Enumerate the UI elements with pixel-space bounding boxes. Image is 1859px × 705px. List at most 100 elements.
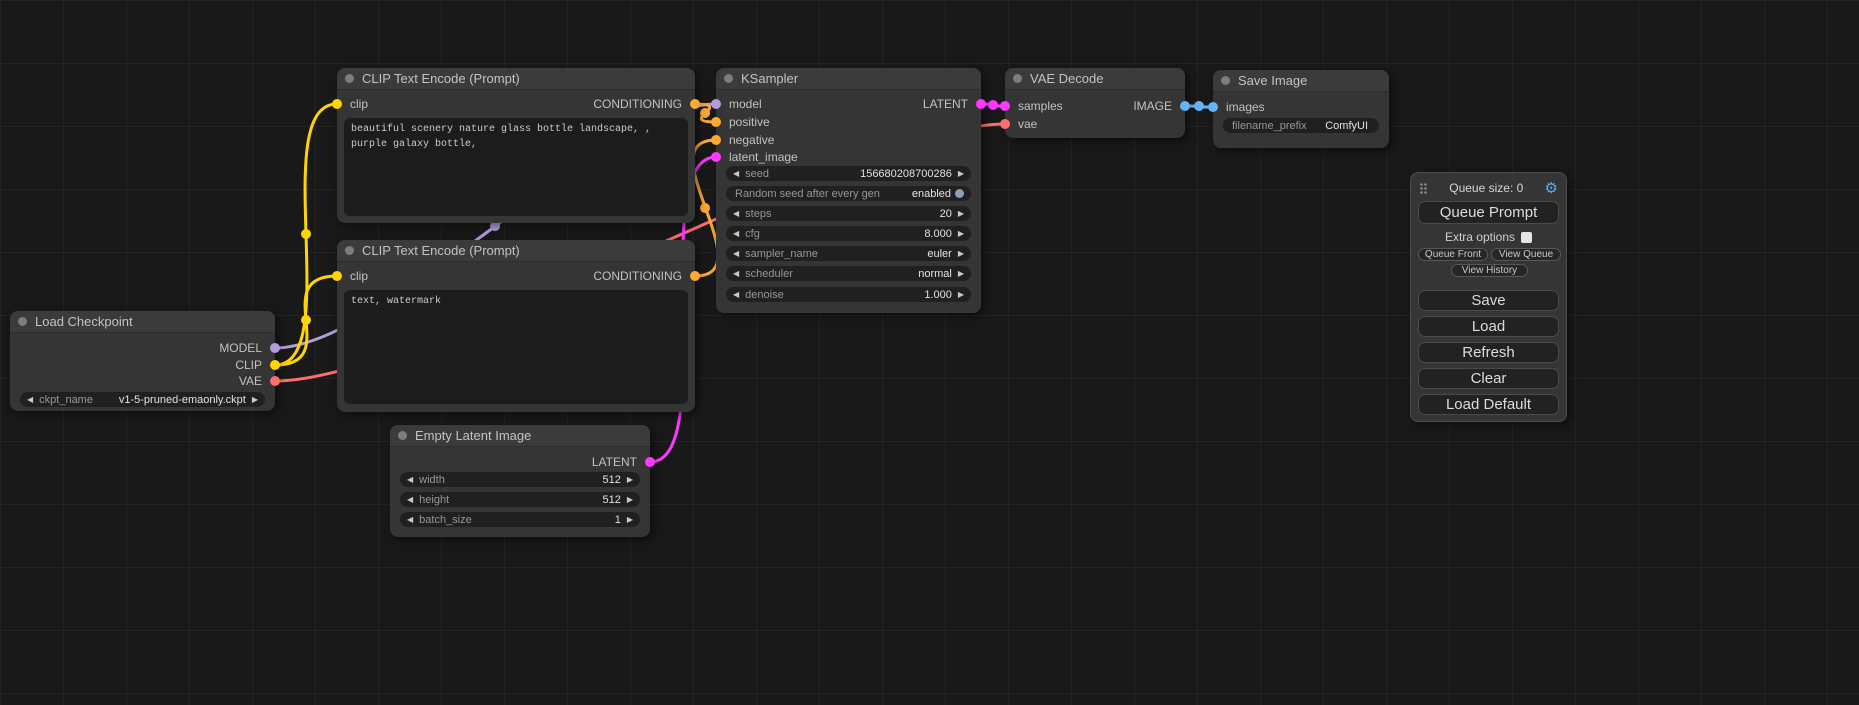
increment-icon[interactable]: ▶	[252, 392, 258, 407]
increment-icon[interactable]: ▶	[627, 512, 633, 527]
conditioning-port[interactable]	[711, 117, 721, 127]
increment-icon[interactable]: ▶	[958, 246, 964, 261]
input-slot-positive[interactable]: positive	[716, 115, 770, 129]
increment-icon[interactable]: ▶	[958, 206, 964, 221]
input-slot-clip[interactable]: clip	[337, 269, 368, 283]
output-slot-conditioning[interactable]: CONDITIONING	[593, 97, 695, 111]
input-slot-latent-image[interactable]: latent_image	[716, 150, 798, 164]
decrement-icon[interactable]: ◀	[407, 512, 413, 527]
input-slot-model[interactable]: model	[716, 97, 762, 111]
node-title-bar[interactable]: CLIP Text Encode (Prompt)	[337, 68, 695, 90]
decrement-icon[interactable]: ◀	[407, 472, 413, 487]
extra-options-checkbox[interactable]	[1521, 232, 1532, 243]
widget-seed[interactable]: ◀ seed 156680208700286 ▶	[726, 166, 971, 181]
node-empty-latent-image[interactable]: Empty Latent Image LATENT ◀ width 512 ▶ …	[390, 425, 650, 537]
node-clip-text-encode-positive[interactable]: CLIP Text Encode (Prompt) clip CONDITION…	[337, 68, 695, 223]
collapse-dot[interactable]	[345, 246, 354, 255]
increment-icon[interactable]: ▶	[627, 472, 633, 487]
collapse-dot[interactable]	[18, 317, 27, 326]
increment-icon[interactable]: ▶	[958, 266, 964, 281]
widget-denoise[interactable]: ◀ denoise 1.000 ▶	[726, 287, 971, 302]
node-load-checkpoint[interactable]: Load Checkpoint MODEL CLIP VAE ◀ ckpt_na…	[10, 311, 275, 411]
node-canvas[interactable]: Load Checkpoint MODEL CLIP VAE ◀ ckpt_na…	[0, 0, 1859, 705]
increment-icon[interactable]: ▶	[958, 226, 964, 241]
collapse-dot[interactable]	[345, 74, 354, 83]
clear-button[interactable]: Clear	[1418, 368, 1559, 389]
view-history-button[interactable]: View History	[1451, 264, 1528, 277]
save-button[interactable]: Save	[1418, 290, 1559, 311]
conditioning-port[interactable]	[690, 271, 700, 281]
view-queue-button[interactable]: View Queue	[1491, 248, 1561, 261]
latent-port[interactable]	[976, 99, 986, 109]
widget-batch-size[interactable]: ◀ batch_size 1 ▶	[400, 512, 640, 527]
vae-port[interactable]	[270, 376, 280, 386]
node-title-bar[interactable]: KSampler	[716, 68, 981, 90]
refresh-button[interactable]: Refresh	[1418, 342, 1559, 363]
clip-port[interactable]	[332, 99, 342, 109]
decrement-icon[interactable]: ◀	[27, 392, 33, 407]
output-slot-model[interactable]: MODEL	[219, 341, 275, 355]
widget-random-seed-toggle[interactable]: Random seed after every gen enabled	[726, 186, 971, 201]
latent-port[interactable]	[1000, 101, 1010, 111]
output-slot-image[interactable]: IMAGE	[1133, 99, 1185, 113]
output-slot-clip[interactable]: CLIP	[235, 358, 275, 372]
positive-prompt-textarea[interactable]: beautiful scenery nature glass bottle la…	[344, 118, 688, 216]
widget-ckpt-name[interactable]: ◀ ckpt_name v1-5-pruned-emaonly.ckpt ▶	[20, 392, 265, 407]
node-title-bar[interactable]: Load Checkpoint	[10, 311, 275, 333]
node-title-bar[interactable]: CLIP Text Encode (Prompt)	[337, 240, 695, 262]
conditioning-port[interactable]	[690, 99, 700, 109]
decrement-icon[interactable]: ◀	[733, 226, 739, 241]
settings-gear-icon[interactable]: ⚙	[1545, 181, 1558, 196]
model-port[interactable]	[270, 343, 280, 353]
queue-front-button[interactable]: Queue Front	[1418, 248, 1488, 261]
output-slot-conditioning[interactable]: CONDITIONING	[593, 269, 695, 283]
node-title-bar[interactable]: VAE Decode	[1005, 68, 1185, 90]
widget-height[interactable]: ◀ height 512 ▶	[400, 492, 640, 507]
widget-scheduler[interactable]: ◀ scheduler normal ▶	[726, 266, 971, 281]
latent-port[interactable]	[645, 457, 655, 467]
decrement-icon[interactable]: ◀	[733, 287, 739, 302]
negative-prompt-textarea[interactable]: text, watermark	[344, 290, 688, 404]
decrement-icon[interactable]: ◀	[733, 246, 739, 261]
input-slot-negative[interactable]: negative	[716, 133, 774, 147]
node-save-image[interactable]: Save Image images filename_prefix ComfyU…	[1213, 70, 1389, 148]
load-button[interactable]: Load	[1418, 316, 1559, 337]
collapse-dot[interactable]	[1221, 76, 1230, 85]
node-title-bar[interactable]: Empty Latent Image	[390, 425, 650, 447]
decrement-icon[interactable]: ◀	[733, 266, 739, 281]
widget-filename-prefix[interactable]: filename_prefix ComfyUI	[1223, 118, 1379, 133]
node-ksampler[interactable]: KSampler model positive negative latent_…	[716, 68, 981, 313]
widget-cfg[interactable]: ◀ cfg 8.000 ▶	[726, 226, 971, 241]
widget-width[interactable]: ◀ width 512 ▶	[400, 472, 640, 487]
queue-prompt-button[interactable]: Queue Prompt	[1418, 201, 1559, 224]
output-slot-latent[interactable]: LATENT	[592, 455, 650, 469]
collapse-dot[interactable]	[724, 74, 733, 83]
latent-port[interactable]	[711, 152, 721, 162]
output-slot-vae[interactable]: VAE	[239, 374, 275, 388]
load-default-button[interactable]: Load Default	[1418, 394, 1559, 415]
decrement-icon[interactable]: ◀	[733, 206, 739, 221]
output-slot-latent[interactable]: LATENT	[923, 97, 981, 111]
vae-port[interactable]	[1000, 119, 1010, 129]
queue-panel-header[interactable]: Queue size: 0 ⚙	[1419, 180, 1558, 196]
widget-sampler-name[interactable]: ◀ sampler_name euler ▶	[726, 246, 971, 261]
increment-icon[interactable]: ▶	[958, 166, 964, 181]
decrement-icon[interactable]: ◀	[407, 492, 413, 507]
node-title-bar[interactable]: Save Image	[1213, 70, 1389, 92]
decrement-icon[interactable]: ◀	[733, 166, 739, 181]
collapse-dot[interactable]	[398, 431, 407, 440]
input-slot-images[interactable]: images	[1213, 100, 1265, 114]
model-port[interactable]	[711, 99, 721, 109]
toggle-dot[interactable]	[955, 189, 964, 198]
clip-port[interactable]	[332, 271, 342, 281]
node-vae-decode[interactable]: VAE Decode samples vae IMAGE	[1005, 68, 1185, 138]
input-slot-vae[interactable]: vae	[1005, 117, 1037, 131]
drag-handle[interactable]	[1419, 182, 1428, 195]
image-port[interactable]	[1208, 102, 1218, 112]
increment-icon[interactable]: ▶	[958, 287, 964, 302]
input-slot-clip[interactable]: clip	[337, 97, 368, 111]
widget-steps[interactable]: ◀ steps 20 ▶	[726, 206, 971, 221]
node-clip-text-encode-negative[interactable]: CLIP Text Encode (Prompt) clip CONDITION…	[337, 240, 695, 412]
increment-icon[interactable]: ▶	[627, 492, 633, 507]
input-slot-samples[interactable]: samples	[1005, 99, 1063, 113]
